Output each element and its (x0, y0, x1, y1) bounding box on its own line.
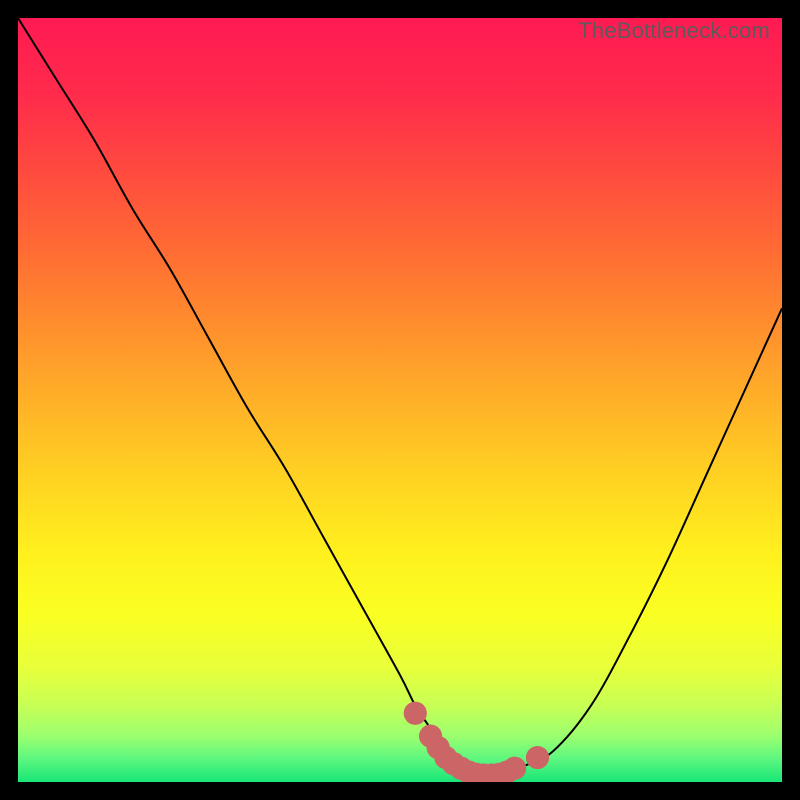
curve-marker (404, 702, 427, 725)
bottleneck-curve (18, 18, 782, 775)
curve-markers (404, 702, 549, 782)
plot-area (18, 18, 782, 782)
curve-layer (18, 18, 782, 782)
chart-stage: TheBottleneck.com (0, 0, 800, 800)
curve-marker (526, 746, 549, 769)
curve-marker (503, 757, 526, 780)
watermark-text: TheBottleneck.com (578, 18, 770, 44)
